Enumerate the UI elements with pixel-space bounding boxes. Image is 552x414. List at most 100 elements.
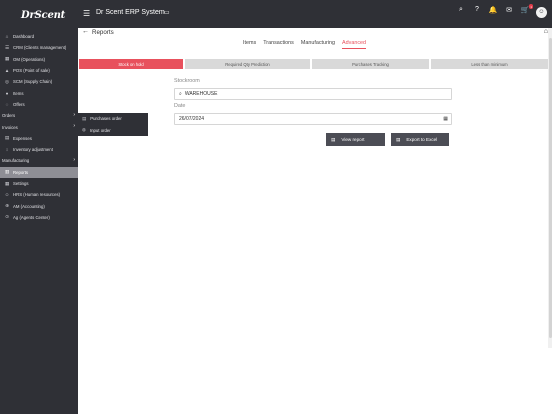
chevron-right-icon: › xyxy=(73,123,75,130)
submenu-item-label: Purchases order xyxy=(90,116,122,122)
avatar[interactable]: ☺ xyxy=(536,6,547,18)
tab-manufacturing[interactable]: Manufacturing xyxy=(301,40,335,49)
chevron-right-icon: › xyxy=(73,112,75,119)
grid-icon: ▦ xyxy=(4,56,10,62)
sidebar-item-invoices[interactable]: Invoices › xyxy=(0,121,78,132)
search-glyph: ⌕ xyxy=(459,6,463,13)
document-icon: ▤ xyxy=(331,136,336,142)
sidebar-item-label: Offers xyxy=(13,101,25,107)
submenu-item-label: Input order xyxy=(89,127,111,133)
subtab-purchases-tracking[interactable]: Purchases Tracking xyxy=(312,59,429,69)
view-report-button[interactable]: ▤ View report xyxy=(326,133,385,146)
sidebar-item-label: AM (Accounting) xyxy=(13,203,45,209)
home-icon: ⌂ xyxy=(5,34,9,40)
page-scrollbar[interactable] xyxy=(548,28,552,348)
agent-icon: ⊙ xyxy=(5,214,9,220)
sidebar-item-label: Items xyxy=(13,90,24,96)
scrollbar-thumb[interactable] xyxy=(548,38,552,338)
help-glyph: ? xyxy=(475,6,479,13)
cart-icon[interactable]: 🛒 1 xyxy=(520,4,533,18)
logo-area: DrScent xyxy=(0,0,78,28)
date-value: 26/07/2024 xyxy=(179,116,205,122)
bell-glyph: 🔔 xyxy=(488,7,498,14)
stockroom-value: WAREHOUSE xyxy=(184,91,218,97)
back-arrow-icon[interactable]: ← xyxy=(82,28,89,35)
report-tabs: Items Transactions Manufacturing Advanced xyxy=(243,40,367,49)
users-icon: ☰ xyxy=(4,44,10,50)
sidebar-item-label: HRS (Human resources) xyxy=(13,192,61,198)
calendar-icon[interactable]: ▦ xyxy=(443,116,448,122)
subtab-required-qty-prediction[interactable]: Required Qty Prediction xyxy=(185,59,310,69)
sidebar-item-label: POS (Point of sale) xyxy=(13,68,50,74)
sidebar-item-crm[interactable]: ☰ CRM (Clients management) xyxy=(0,42,78,53)
sidebar-item-label: Dashboard xyxy=(13,34,35,40)
receipt-icon: ▤ xyxy=(4,135,10,141)
sidebar-item-label: SCM (Supply Chain) xyxy=(13,79,53,85)
adjust-icon: ↕ xyxy=(5,147,9,153)
sidebar-item-scm[interactable]: ◎ SCM (Supply Chain) xyxy=(0,76,78,87)
sidebar-nav: ⌂ Dashboard ☰ CRM (Clients management) ▦ OM (… xyxy=(0,31,78,223)
sidebar-item-settings[interactable]: ▦ Settings xyxy=(0,178,78,189)
top-bar: ☰ Dr Scent ERP System ▭ ⌕? 🔔 ✉ 🛒 1 ☺ xyxy=(78,0,552,28)
orders-submenu: ▤ Purchases order ◍ Input order xyxy=(78,113,148,136)
tab-advanced[interactable]: Advanced xyxy=(342,40,367,49)
sidebar-item-items[interactable]: ● Items xyxy=(0,87,78,98)
advanced-subtabs: Stock on hold Required Qty Prediction Purc… xyxy=(79,59,548,69)
bell-icon[interactable]: 🔔 xyxy=(488,6,498,18)
account-icon: ⊕ xyxy=(5,203,9,209)
sidebar-item-dashboard[interactable]: ⌂ Dashboard xyxy=(0,31,78,42)
hamburger-menu-icon[interactable]: ☰ xyxy=(83,9,90,18)
stockroom-select[interactable]: ⌕ WAREHOUSE xyxy=(174,88,452,100)
submenu-item[interactable]: ◍ Input order xyxy=(78,125,148,137)
page-title: Reports xyxy=(92,28,114,36)
sidebar-item-label: OM (Operations) xyxy=(13,56,45,62)
input-icon: ◍ xyxy=(82,127,86,133)
tab-items[interactable]: Items xyxy=(243,40,256,49)
monitor-icon[interactable]: ▭ xyxy=(164,9,170,16)
sidebar-item-am[interactable]: ⊕ AM (Accounting) xyxy=(0,200,78,211)
sidebar-item-label: Settings xyxy=(13,181,29,186)
help-icon[interactable]: ? xyxy=(472,6,482,18)
topbar-icons: ⌕? 🔔 ✉ 🛒 1 ☺ xyxy=(456,4,547,18)
search-icon: ⌕ xyxy=(179,91,182,97)
sidebar: DrScent ⌂ Dashboard ☰ CRM (Clients manageme… xyxy=(0,0,78,414)
export-excel-button[interactable]: ▤ Export to Excel xyxy=(391,133,449,146)
stockroom-label: Stockroom xyxy=(174,78,200,84)
sidebar-item-orders[interactable]: Orders › xyxy=(0,110,78,121)
search-icon[interactable]: ⌕ xyxy=(456,6,466,18)
sidebar-item-label: Manufacturing xyxy=(2,158,30,164)
view-report-label: View report xyxy=(341,137,365,142)
sidebar-item-manufacturing[interactable]: Manufacturing › xyxy=(0,155,78,166)
tag-icon: ◌ xyxy=(5,101,9,107)
sidebar-item-inventory[interactable]: ↕ Inventory adjustment xyxy=(0,144,78,155)
date-field[interactable]: 26/07/2024 ▦ xyxy=(174,113,452,125)
mail-glyph: ✉ xyxy=(506,7,512,14)
app-title: Dr Scent ERP System xyxy=(96,9,165,16)
subtab-stock-on-hold[interactable]: Stock on hold xyxy=(79,59,183,69)
sidebar-item-label: Reports xyxy=(13,169,29,175)
sidebar-item-reports[interactable]: ▥ Reports xyxy=(0,166,78,178)
sidebar-item-hrs[interactable]: ☺ HRS (Human resources) xyxy=(0,189,78,200)
document-icon: ▤ xyxy=(396,136,401,142)
chain-icon: ◎ xyxy=(4,78,9,84)
sidebar-item-label: CRM (Clients management) xyxy=(13,45,67,51)
document-icon: ▤ xyxy=(82,115,87,121)
circle-icon: ● xyxy=(5,90,9,96)
sidebar-item-pos[interactable]: ▲ POS (Point of sale) xyxy=(0,65,78,76)
submenu-item[interactable]: ▤ Purchases order xyxy=(78,113,148,125)
subtab-less-than-minimum[interactable]: Less than minimum xyxy=(431,59,548,69)
sidebar-item-expenses[interactable]: ▤ Expenses xyxy=(0,133,78,144)
sidebar-item-om[interactable]: ▦ OM (Operations) xyxy=(0,54,78,65)
sidebar-item-label: Orders xyxy=(2,113,16,119)
mail-icon[interactable]: ✉ xyxy=(504,6,514,18)
export-excel-label: Export to Excel xyxy=(406,137,438,142)
sidebar-item-offers[interactable]: ◌ Offers xyxy=(0,99,78,110)
report-icon: ▥ xyxy=(4,169,10,175)
notification-badge: 1 xyxy=(529,4,533,9)
person-icon: ☺ xyxy=(4,192,10,198)
logo[interactable]: DrScent xyxy=(21,10,65,21)
sidebar-item-label: Invoices xyxy=(2,124,18,130)
sidebar-item-ag[interactable]: ⊙ Ag (Agents Center) xyxy=(0,212,78,223)
date-label: Date xyxy=(174,103,186,109)
tab-transactions[interactable]: Transactions xyxy=(263,40,294,49)
